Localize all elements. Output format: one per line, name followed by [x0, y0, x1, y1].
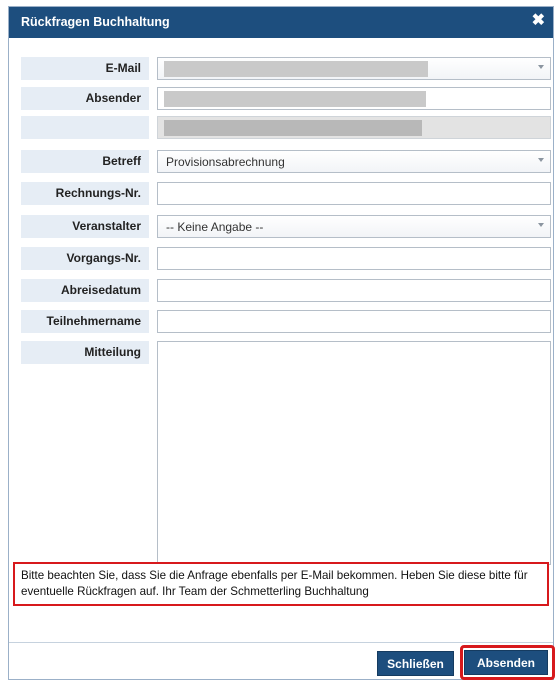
sender-row: Absender: [21, 87, 551, 110]
booking-row: Vorgangs-Nr.: [21, 247, 551, 270]
close-icon[interactable]: ✖: [532, 12, 545, 30]
invoice-row: Rechnungs-Nr.: [21, 182, 551, 205]
participant-row: Teilnehmername: [21, 310, 551, 333]
chevron-down-icon: [538, 223, 544, 227]
message-label: Mitteilung: [21, 341, 149, 364]
close-button[interactable]: Schließen: [377, 651, 454, 676]
footer-divider: [9, 642, 553, 643]
participant-name-field[interactable]: [157, 310, 551, 333]
email-row: E-Mail: [21, 57, 551, 80]
email-select[interactable]: [157, 57, 551, 80]
subject-row: Betreff Provisionsabrechnung: [21, 150, 551, 173]
info-notice: Bitte beachten Sie, dass Sie die Anfrage…: [13, 562, 549, 606]
invoice-number-field[interactable]: [157, 182, 551, 205]
email-label: E-Mail: [21, 57, 149, 80]
subject-label: Betreff: [21, 150, 149, 173]
invoice-label: Rechnungs-Nr.: [21, 182, 149, 205]
departure-row: Abreisedatum: [21, 279, 551, 302]
sender-email-field: [157, 116, 551, 139]
message-row: Mitteilung: [21, 341, 551, 565]
redacted-sender-value: [164, 91, 426, 107]
organizer-row: Veranstalter -- Keine Angabe --: [21, 215, 551, 238]
sender-label: Absender: [21, 87, 149, 110]
dialog-titlebar: Rückfragen Buchhaltung ✖: [9, 7, 553, 38]
send-button[interactable]: Absenden: [464, 650, 548, 675]
chevron-down-icon: [538, 158, 544, 162]
chevron-down-icon: [538, 65, 544, 69]
participant-label: Teilnehmername: [21, 310, 149, 333]
dialog-title: Rückfragen Buchhaltung: [21, 15, 170, 29]
message-textarea[interactable]: [157, 341, 551, 565]
organizer-value: -- Keine Angabe --: [166, 220, 264, 234]
contact-dialog: Rückfragen Buchhaltung ✖ E-Mail Absender…: [8, 6, 555, 680]
sender-extra-label: [21, 116, 149, 139]
redacted-sender-email: [164, 120, 422, 136]
subject-value: Provisionsabrechnung: [166, 155, 285, 169]
sender-name-field[interactable]: [157, 87, 551, 110]
booking-number-field[interactable]: [157, 247, 551, 270]
organizer-label: Veranstalter: [21, 215, 149, 238]
booking-label: Vorgangs-Nr.: [21, 247, 149, 270]
organizer-select[interactable]: -- Keine Angabe --: [157, 215, 551, 238]
departure-date-field[interactable]: [157, 279, 551, 302]
redacted-email-value: [164, 61, 428, 77]
subject-select[interactable]: Provisionsabrechnung: [157, 150, 551, 173]
sender-extra-row: [21, 116, 551, 139]
departure-label: Abreisedatum: [21, 279, 149, 302]
